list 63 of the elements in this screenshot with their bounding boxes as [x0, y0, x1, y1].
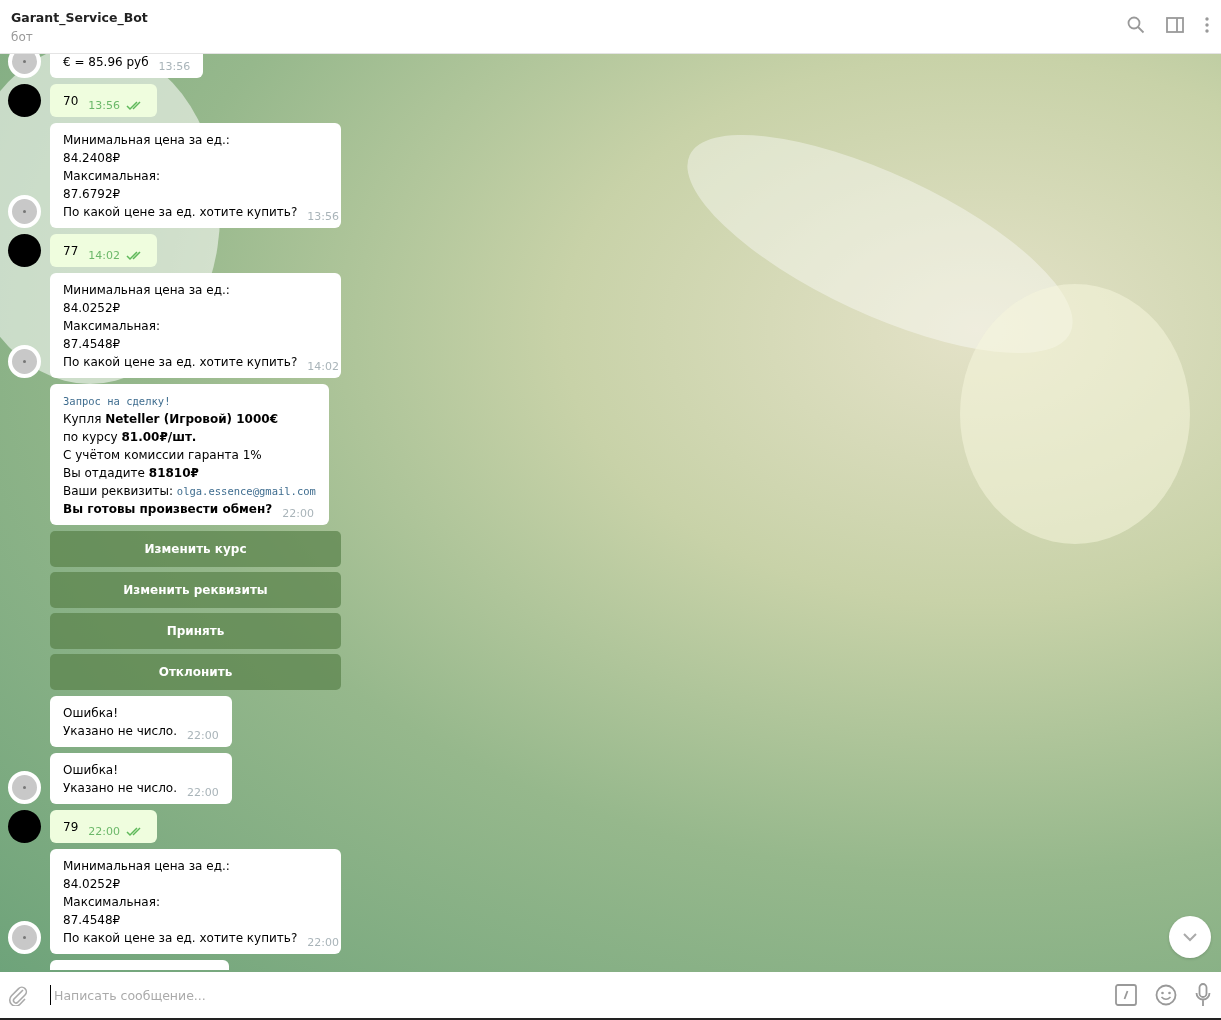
user-avatar[interactable]: [8, 84, 41, 117]
bot-avatar[interactable]: [8, 921, 41, 954]
bot-avatar[interactable]: [8, 345, 41, 378]
message-text: Запрос на сделку!: [63, 394, 172, 409]
message-text: По какой цене за ед. хотите купить?: [63, 204, 298, 221]
message-time: 22:00: [88, 824, 120, 840]
message-time: 14:02: [88, 248, 120, 264]
message-text: Ошибка!: [63, 762, 120, 779]
message-time: 22:00: [187, 785, 219, 801]
message-text: 84.0252₽: [63, 876, 122, 893]
keyboard-button[interactable]: Изменить реквизиты: [50, 572, 341, 608]
emoji-icon[interactable]: [1155, 984, 1177, 1006]
message-text: Максимальная:: [63, 894, 161, 911]
message-text: 84.2408₽: [63, 150, 122, 167]
message-text: С учётом комиссии гаранта 1%: [63, 447, 263, 464]
keyboard-button[interactable]: Изменить курс: [50, 531, 341, 567]
message-text: Купля Neteller (Игровой) 1000€: [63, 411, 279, 428]
message-text: по курсу 81.00₽/шт.: [63, 429, 198, 446]
message-text: 79: [63, 819, 79, 836]
bot-avatar[interactable]: [8, 54, 41, 78]
message-text: 84.0252₽: [63, 300, 122, 317]
chat-title: Garant_Service_Bot: [11, 9, 148, 25]
bot-command-icon[interactable]: [1115, 984, 1137, 1006]
message-text: Вы отдадите 81810₽: [63, 465, 200, 482]
paperclip-icon[interactable]: [8, 984, 28, 1006]
bot-avatar[interactable]: [8, 771, 41, 804]
message-time: 13:56: [158, 59, 191, 75]
message-text: Максимальная:: [63, 168, 161, 185]
message-text: Указано не число.: [63, 780, 177, 797]
message-text: Ваши реквизиты: olga.essence@gmail.com: [63, 483, 316, 500]
message-text: 87.4548₽: [63, 336, 122, 353]
chevron-down-icon: [1182, 932, 1198, 942]
message-text: € = 85.96 руб: [63, 54, 149, 71]
message-time: 14:02: [307, 359, 339, 375]
more-icon[interactable]: [1205, 16, 1209, 33]
message-text: 77: [63, 243, 79, 260]
message-text: Вы готовы произвести обмен?: [63, 501, 273, 518]
message-text: Максимальная:: [63, 318, 161, 335]
message-text: Указано не число.: [63, 723, 177, 740]
message-time: 13:56: [307, 209, 339, 225]
chat-status: бот: [11, 29, 34, 44]
message-time: 22:00: [282, 506, 314, 522]
user-avatar[interactable]: [8, 810, 41, 843]
keyboard-button[interactable]: Принять: [50, 613, 341, 649]
message-text: Ошибка!: [63, 705, 120, 722]
scroll-down-button[interactable]: [1169, 916, 1211, 958]
keyboard-button[interactable]: Отклонить: [50, 654, 341, 690]
message-text: 70: [63, 93, 79, 110]
message-time: 22:00: [307, 935, 339, 951]
search-icon[interactable]: [1127, 15, 1145, 34]
message-text: Минимальная цена за ед.:: [63, 858, 231, 875]
message-text: Минимальная цена за ед.:: [63, 132, 231, 149]
microphone-icon[interactable]: [1195, 983, 1211, 1007]
message-text: 87.6792₽: [63, 186, 122, 203]
user-avatar[interactable]: [8, 234, 41, 267]
message-time: 13:56: [88, 98, 120, 114]
message-text: По какой цене за ед. хотите купить?: [63, 354, 298, 371]
message-time: 22:00: [187, 728, 219, 744]
bot-avatar[interactable]: [8, 195, 41, 228]
message-text: По какой цене за ед. хотите купить?: [63, 930, 298, 947]
side-panel-icon[interactable]: [1166, 16, 1184, 33]
message-text: 87.4548₽: [63, 912, 122, 929]
message-text: Минимальная цена за ед.:: [63, 282, 231, 299]
